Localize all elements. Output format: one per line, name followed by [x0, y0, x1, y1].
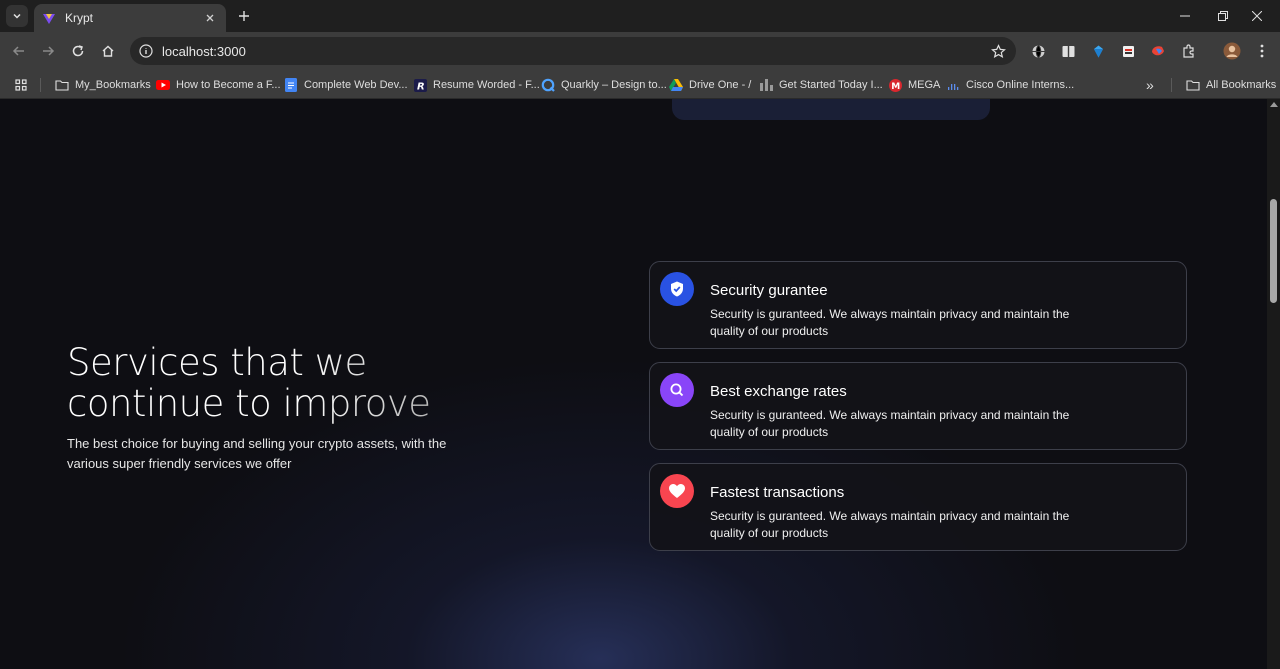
drive-icon	[669, 78, 683, 92]
scrollbar-thumb[interactable]	[1270, 199, 1277, 303]
search-icon	[660, 373, 694, 407]
bookmarks-divider	[40, 78, 41, 92]
home-icon	[102, 45, 114, 57]
krypt-favicon-icon	[43, 14, 55, 24]
tab-search-button[interactable]	[6, 5, 28, 27]
service-title: Best exchange rates	[710, 383, 847, 400]
colorful-extension-icon[interactable]	[1149, 42, 1167, 60]
docs-icon	[284, 78, 298, 92]
service-description: Security is guranteed. We always maintai…	[710, 509, 1070, 540]
bookmark-get-started[interactable]: Get Started Today I...	[759, 75, 883, 95]
bookmark-label: How to Become a F...	[176, 79, 281, 91]
browser-toolbar: localhost:3000	[0, 32, 1280, 70]
reload-button[interactable]	[68, 41, 88, 61]
quarkly-icon	[541, 78, 555, 92]
cisco-icon	[946, 78, 960, 92]
url-text[interactable]: localhost:3000	[162, 44, 988, 59]
bookmark-label: MEGA	[908, 79, 941, 91]
plus-icon	[239, 11, 249, 21]
bookmarks-overflow-button[interactable]: »	[1146, 75, 1154, 95]
folder-icon	[55, 78, 69, 92]
active-tab[interactable]: Krypt	[34, 4, 226, 32]
chevron-double-right-icon: »	[1146, 77, 1154, 93]
arrow-right-icon	[43, 46, 55, 56]
forward-button[interactable]	[38, 41, 58, 61]
reader-extension-icon[interactable]	[1059, 42, 1077, 60]
apps-grid-icon	[14, 78, 28, 92]
globe-extension-icon[interactable]	[1029, 42, 1047, 60]
tab-title: Krypt	[65, 11, 94, 25]
close-window-button[interactable]	[1234, 0, 1280, 32]
folder-icon	[1186, 78, 1200, 92]
restore-icon	[1218, 11, 1228, 21]
service-description: Security is guranteed. We always maintai…	[710, 307, 1070, 338]
bookmark-complete-web-dev[interactable]: Complete Web Dev...	[284, 75, 408, 95]
tab-strip: Krypt	[0, 0, 1280, 32]
svg-text:R: R	[417, 81, 425, 92]
new-tab-button[interactable]	[234, 6, 254, 26]
gem-extension-icon[interactable]	[1089, 42, 1107, 60]
reload-icon	[72, 45, 84, 57]
services-heading-line-1: Services that we	[67, 341, 367, 384]
bookmark-label: Quarkly – Design to...	[561, 79, 667, 91]
previous-section-card	[672, 99, 990, 120]
bookmark-my-bookmarks[interactable]: My_Bookmarks	[55, 75, 151, 95]
bookmark-label: Resume Worded - F...	[433, 79, 540, 91]
profile-avatar[interactable]	[1223, 42, 1241, 60]
services-subtitle: The best choice for buying and selling y…	[67, 436, 447, 471]
address-bar[interactable]: localhost:3000	[130, 37, 1016, 65]
bookmark-become[interactable]: How to Become a F...	[156, 75, 281, 95]
scroll-up-arrow-icon[interactable]	[1270, 102, 1278, 107]
minimize-icon	[1180, 15, 1190, 17]
youtube-icon	[156, 78, 170, 92]
service-card-exchange-rates: Best exchange rates Security is gurantee…	[649, 362, 1187, 450]
service-card-security: Security gurantee Security is guranteed.…	[649, 261, 1187, 349]
service-card-transactions: Fastest transactions Security is gurante…	[649, 463, 1187, 551]
get-started-icon	[759, 78, 773, 92]
service-title: Security gurantee	[710, 282, 828, 299]
bookmark-resume-worded[interactable]: R Resume Worded - F...	[413, 75, 540, 95]
heart-icon	[660, 474, 694, 508]
back-button[interactable]	[9, 41, 29, 61]
bookmark-label: Get Started Today I...	[779, 79, 883, 91]
page-scrollbar[interactable]	[1267, 99, 1280, 669]
more-menu-icon[interactable]	[1253, 42, 1271, 60]
mega-icon: M	[888, 78, 902, 92]
close-icon	[1252, 11, 1262, 21]
bookmark-mega[interactable]: M MEGA	[888, 75, 940, 95]
home-button[interactable]	[98, 41, 118, 61]
apps-button[interactable]	[14, 75, 34, 95]
chevron-down-icon	[13, 13, 21, 19]
services-heading-line-2: continue to improve	[67, 382, 431, 425]
service-title: Fastest transactions	[710, 484, 845, 501]
bookmark-cisco[interactable]: Cisco Online Interns...	[946, 75, 1074, 95]
services-heading: Services that we continue to improve	[67, 342, 487, 424]
service-description: Security is guranteed. We always maintai…	[710, 408, 1070, 439]
bookmark-label: My_Bookmarks	[75, 79, 151, 91]
film-extension-icon[interactable]	[1119, 42, 1137, 60]
bookmark-label: Drive One - /	[689, 79, 752, 91]
site-info-icon[interactable]	[138, 43, 154, 59]
bookmarks-bar: My_Bookmarks How to Become a F... Comple…	[0, 70, 1280, 99]
bookmark-quarkly[interactable]: Quarkly – Design to...	[541, 75, 667, 95]
shield-check-icon	[660, 272, 694, 306]
bookmark-label: Complete Web Dev...	[304, 79, 408, 91]
bookmark-label: Cisco Online Interns...	[966, 79, 1075, 91]
all-bookmarks-button[interactable]: All Bookmarks	[1186, 75, 1276, 95]
bookmark-star-icon[interactable]	[988, 41, 1008, 61]
bookmarks-divider	[1171, 78, 1172, 92]
extensions-puzzle-icon[interactable]	[1179, 42, 1197, 60]
resume-worded-icon: R	[413, 78, 427, 92]
all-bookmarks-label: All Bookmarks	[1206, 79, 1277, 91]
page-viewport: Services that we continue to improve The…	[0, 99, 1267, 669]
close-tab-icon[interactable]	[202, 10, 218, 26]
arrow-left-icon	[12, 46, 24, 56]
bookmark-drive-one[interactable]: Drive One - /	[669, 75, 751, 95]
svg-text:M: M	[891, 82, 900, 92]
